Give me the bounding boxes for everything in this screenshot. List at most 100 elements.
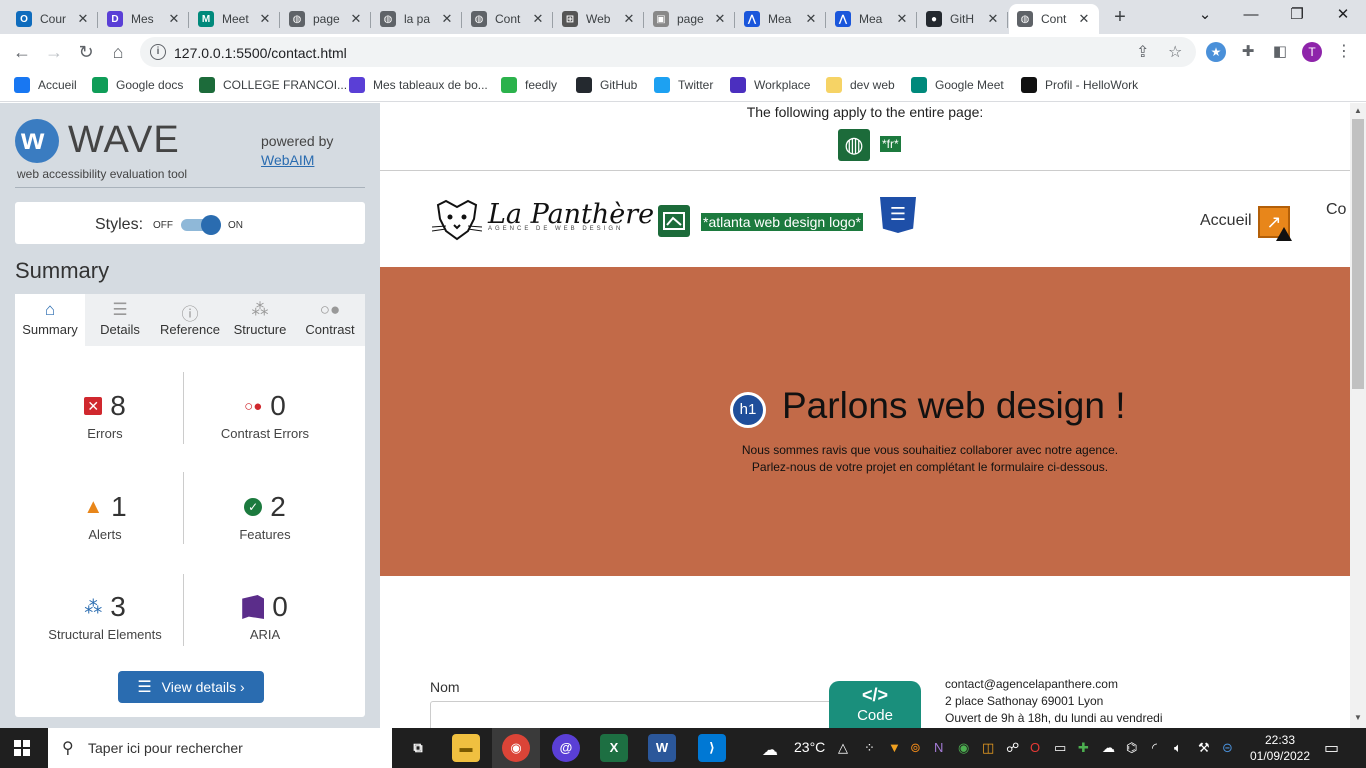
vscode-icon[interactable]: ⟩ — [698, 734, 726, 762]
tray-app-icon[interactable]: ⊝ — [1222, 740, 1233, 756]
webaim-link[interactable]: WebAIM — [261, 152, 314, 168]
browser-tab[interactable]: M Meet ✕ — [190, 4, 280, 34]
browser-tab[interactable]: ◍ la pa ✕ — [372, 4, 462, 34]
close-tab-icon[interactable]: ✕ — [622, 11, 636, 27]
volume-icon[interactable]: 🔈︎ — [1174, 740, 1182, 756]
share-icon[interactable]: ⇪ — [1136, 42, 1149, 62]
linked-image-feature-icon[interactable] — [658, 205, 690, 237]
home-icon[interactable]: ⌂ — [104, 38, 132, 66]
alerts-stat[interactable]: ▲ 1 Alerts — [20, 491, 190, 542]
close-tab-icon[interactable]: ✕ — [713, 11, 727, 27]
notifications-icon[interactable]: ▭ — [1324, 738, 1339, 758]
structural-stat[interactable]: ⁂ 3 Structural Elements — [20, 591, 190, 642]
bookmark-item[interactable]: Google Meet — [911, 77, 1004, 93]
tray-app-icon[interactable]: ✚ — [1078, 740, 1089, 756]
tray-app-icon[interactable]: ◫ — [982, 740, 994, 756]
tray-app-icon[interactable]: ☍ — [1006, 740, 1019, 756]
aria-stat[interactable]: 0 ARIA — [180, 591, 350, 642]
close-tab-icon[interactable]: ✕ — [986, 11, 1000, 27]
browser-tab[interactable]: ⊞ Web ✕ — [554, 4, 644, 34]
close-tab-icon[interactable]: ✕ — [258, 11, 272, 27]
address-bar[interactable]: i 127.0.0.1:5500/contact.html ⇪ ☆ — [140, 37, 1196, 67]
bookmark-item[interactable]: Workplace — [730, 77, 810, 93]
bookmark-item[interactable]: Accueil — [14, 77, 77, 93]
restore-button[interactable]: ❐ — [1274, 0, 1320, 34]
tray-app-icon[interactable]: ⌬ — [1126, 740, 1137, 756]
bookmark-item[interactable]: Twitter — [654, 77, 713, 93]
scroll-down-icon[interactable]: ▼ — [1350, 713, 1366, 722]
bookmark-item[interactable]: Mes tableaux de bo... — [349, 77, 488, 93]
extension-star-icon[interactable]: ★ — [1206, 42, 1226, 62]
chrome-icon[interactable]: ◉ — [502, 734, 530, 762]
file-explorer-icon[interactable]: ▬ — [452, 734, 480, 762]
features-stat[interactable]: ✓ 2 Features — [180, 491, 350, 542]
side-panel-icon[interactable]: ◧ — [1270, 42, 1290, 62]
reload-icon[interactable]: ↻ — [72, 38, 100, 66]
contrast-errors-stat[interactable]: ○● 0 Contrast Errors — [180, 390, 350, 441]
excel-icon[interactable]: X — [600, 734, 628, 762]
scroll-up-icon[interactable]: ▲ — [1350, 106, 1366, 115]
bookmark-item[interactable]: dev web — [826, 77, 895, 93]
nav-contact-link[interactable]: Co — [1326, 201, 1346, 219]
view-details-button[interactable]: ☰ View details › — [118, 671, 264, 703]
browser-tab[interactable]: ● GitH ✕ — [918, 4, 1008, 34]
workplace-icon[interactable]: @ — [552, 734, 580, 762]
close-tab-icon[interactable]: ✕ — [531, 11, 545, 27]
browser-tab[interactable]: ⋀ Mea ✕ — [736, 4, 826, 34]
close-tab-icon[interactable]: ✕ — [1077, 11, 1091, 27]
language-globe-icon[interactable]: ◍ — [838, 129, 870, 161]
bookmark-item[interactable]: feedly — [501, 77, 557, 93]
close-window-button[interactable]: ✕ — [1320, 0, 1366, 34]
back-arrow-icon[interactable]: ← — [8, 38, 36, 66]
extensions-puzzle-icon[interactable]: ✚ — [1238, 42, 1258, 62]
h1-badge-icon[interactable]: h1 — [730, 392, 766, 428]
minimize-button[interactable]: — — [1228, 0, 1274, 34]
battery-icon[interactable]: ▭ — [1054, 740, 1066, 756]
chrome-tray-icon[interactable]: ◉ — [958, 740, 969, 756]
close-tab-icon[interactable]: ✕ — [349, 11, 363, 27]
tab-structure[interactable]: ⁂ Structure — [225, 294, 295, 346]
browser-tab[interactable]: ◍ page ✕ — [281, 4, 371, 34]
tab-summary[interactable]: ⌂ Summary — [15, 294, 85, 346]
onenote-icon[interactable]: N — [934, 740, 943, 755]
browser-tab[interactable]: ⋀ Mea ✕ — [827, 4, 917, 34]
site-info-icon[interactable]: i — [150, 44, 166, 60]
browser-tab[interactable]: D Mes ✕ — [99, 4, 189, 34]
code-badge[interactable]: </> Code — [829, 681, 921, 728]
close-tab-icon[interactable]: ✕ — [440, 11, 454, 27]
forward-arrow-icon[interactable]: → — [40, 38, 68, 66]
vertical-scrollbar[interactable]: ▲ ▼ — [1350, 103, 1366, 728]
tray-app-icon[interactable]: ⁘ — [864, 740, 875, 756]
tray-app-icon[interactable]: ▼ — [888, 740, 901, 755]
wifi-icon[interactable]: ◜ — [1152, 740, 1157, 756]
styles-toggle[interactable] — [181, 215, 221, 235]
bookmark-item[interactable]: Google docs — [92, 77, 183, 93]
browser-tab[interactable]: O Cour ✕ — [8, 4, 98, 34]
browser-tab[interactable]: ◍ Cont ✕ — [1009, 4, 1099, 34]
scrollbar-thumb[interactable] — [1352, 119, 1364, 389]
bookmark-star-icon[interactable]: ☆ — [1168, 42, 1182, 62]
nav-accueil-link[interactable]: Accueil — [1200, 212, 1252, 230]
tab-details[interactable]: ☰ Details — [85, 294, 155, 346]
tray-app-icon[interactable]: △ — [838, 740, 848, 756]
bookmark-item[interactable]: COLLEGE FRANCOI... — [199, 77, 347, 93]
opera-icon[interactable]: O — [1030, 740, 1040, 755]
new-tab-button[interactable]: + — [1108, 6, 1132, 30]
tab-contrast[interactable]: ○● Contrast — [295, 294, 365, 346]
tray-app-icon[interactable]: ⊚ — [910, 740, 921, 756]
bookmark-item[interactable]: Profil - HelloWork — [1021, 77, 1138, 93]
weather-temperature[interactable]: 23°C — [794, 739, 825, 755]
bookmark-item[interactable]: GitHub — [576, 77, 637, 93]
word-icon[interactable]: W — [648, 734, 676, 762]
task-view-icon[interactable]: ⧉ — [404, 734, 432, 762]
browser-tab[interactable]: ◍ Cont ✕ — [463, 4, 553, 34]
close-tab-icon[interactable]: ✕ — [895, 11, 909, 27]
profile-avatar[interactable]: T — [1302, 42, 1322, 62]
browser-tab[interactable]: ▣ page ✕ — [645, 4, 735, 34]
nom-input[interactable] — [430, 701, 850, 728]
close-tab-icon[interactable]: ✕ — [167, 11, 181, 27]
css-icon[interactable]: ☰ — [880, 197, 916, 233]
onedrive-cloud-icon[interactable]: ☁ — [1102, 740, 1115, 756]
clock[interactable]: 22:33 01/09/2022 — [1248, 732, 1312, 764]
close-tab-icon[interactable]: ✕ — [804, 11, 818, 27]
